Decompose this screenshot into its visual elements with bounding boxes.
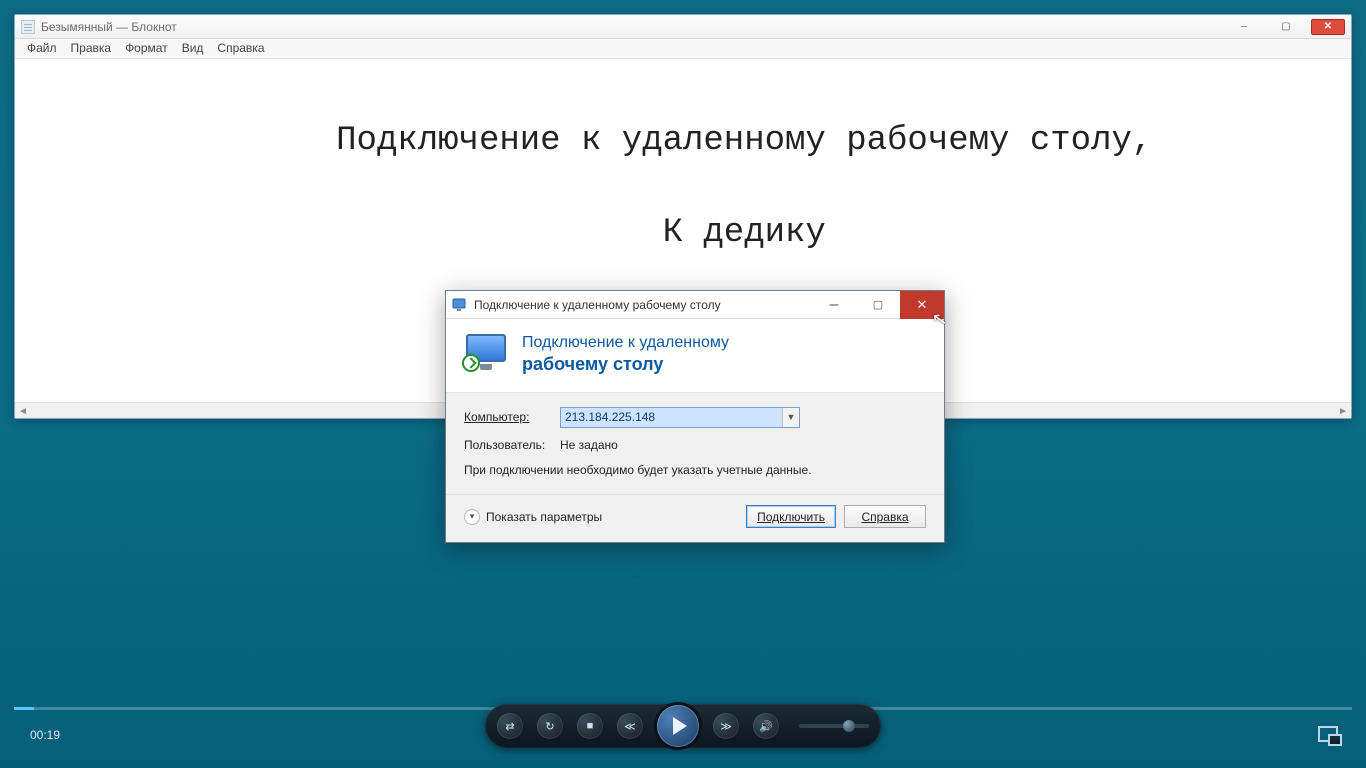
text-line-2: К дедику <box>663 214 826 252</box>
prev-button[interactable]: ≪ <box>617 713 643 739</box>
menu-edit[interactable]: Правка <box>65 39 118 58</box>
connect-button[interactable]: Подключить <box>746 505 836 528</box>
fullscreen-button[interactable] <box>1318 726 1338 742</box>
shuffle-button[interactable]: ⇄ <box>497 713 523 739</box>
computer-combobox[interactable]: ▼ <box>560 407 800 428</box>
menu-help[interactable]: Справка <box>211 39 270 58</box>
computer-label: Компьютер: <box>464 410 550 424</box>
mute-button[interactable]: 🔊 <box>753 713 779 739</box>
scroll-right-icon[interactable]: ► <box>1335 403 1351 419</box>
rdp-title-icon <box>452 297 468 313</box>
rdp-header-line2: рабочему столу <box>522 353 729 376</box>
next-button[interactable]: ≫ <box>713 713 739 739</box>
volume-slider[interactable] <box>799 724 869 728</box>
menu-file[interactable]: Файл <box>21 39 63 58</box>
rdp-titlebar[interactable]: Подключение к удаленному рабочему столу <box>446 291 944 319</box>
notepad-title: Безымянный — Блокнот <box>41 20 177 34</box>
maximize-button[interactable] <box>1269 19 1303 35</box>
close-button[interactable] <box>1311 19 1345 35</box>
minimize-button[interactable] <box>1227 19 1261 35</box>
show-options-toggle[interactable]: ▾ Показать параметры <box>464 509 602 525</box>
user-label: Пользователь: <box>464 438 550 452</box>
notepad-menubar: Файл Правка Формат Вид Справка <box>15 39 1351 59</box>
volume-thumb[interactable] <box>843 720 855 732</box>
media-player-bar: 00:19 ⇄ ↻ ■ ≪ ≫ 🔊 <box>0 704 1366 760</box>
rdp-maximize-button[interactable] <box>856 291 900 319</box>
credentials-note: При подключении необходимо будет указать… <box>464 462 926 479</box>
text-line-1: Подключение к удаленному рабочему столу, <box>336 122 1152 160</box>
notepad-icon <box>21 20 35 34</box>
show-options-label: Показать параметры <box>486 510 602 524</box>
scroll-left-icon[interactable]: ◄ <box>15 403 31 419</box>
help-button[interactable]: Справка <box>844 505 926 528</box>
computer-input[interactable] <box>561 408 782 427</box>
rdp-minimize-button[interactable] <box>812 291 856 319</box>
rdp-header: Подключение к удаленному рабочему столу <box>446 319 944 393</box>
repeat-button[interactable]: ↻ <box>537 713 563 739</box>
rdp-close-button[interactable] <box>900 291 944 319</box>
rdp-title: Подключение к удаленному рабочему столу <box>474 298 721 312</box>
play-button[interactable] <box>657 705 699 747</box>
user-value: Не задано <box>560 438 618 452</box>
stop-button[interactable]: ■ <box>577 713 603 739</box>
menu-view[interactable]: Вид <box>176 39 210 58</box>
rdp-logo-icon <box>464 334 508 374</box>
chevron-down-circle-icon: ▾ <box>464 509 480 525</box>
rdp-dialog: Подключение к удаленному рабочему столу … <box>445 290 945 543</box>
notepad-titlebar[interactable]: Безымянный — Блокнот <box>15 15 1351 39</box>
rdp-header-line1: Подключение к удаленному <box>522 333 729 353</box>
playback-time: 00:19 <box>30 728 60 742</box>
chevron-down-icon[interactable]: ▼ <box>782 408 799 427</box>
menu-format[interactable]: Формат <box>119 39 174 58</box>
